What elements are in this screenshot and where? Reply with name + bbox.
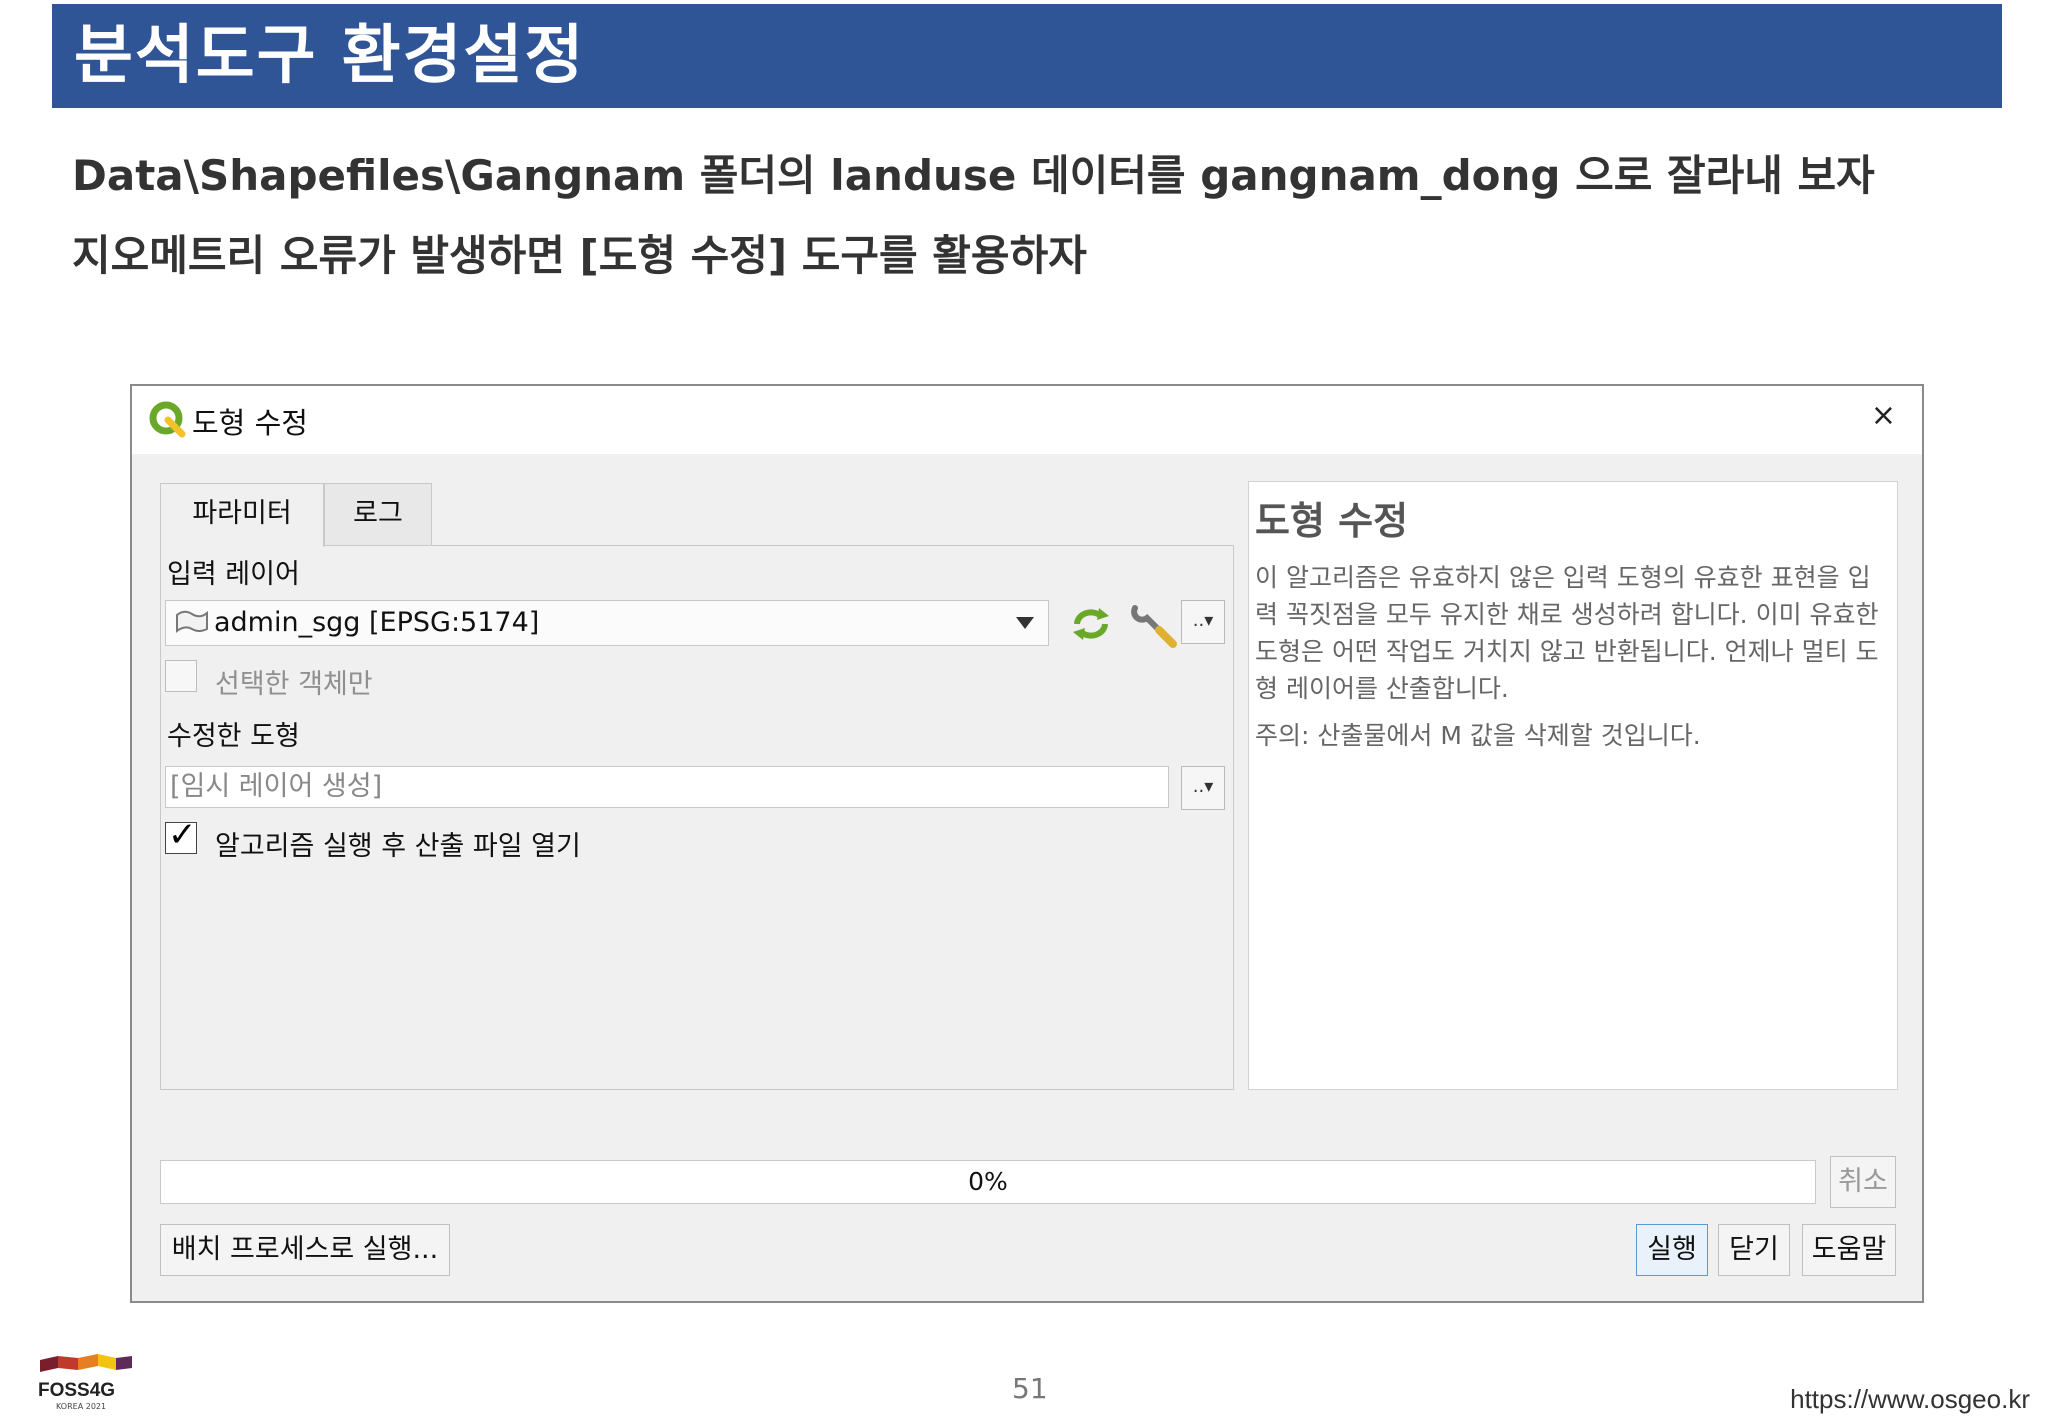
help-button[interactable]: 도움말: [1802, 1224, 1896, 1276]
fix-geometries-dialog: 도형 수정 × 파라미터 로그 입력 레이어 admin_sgg [EPSG:5…: [130, 384, 1924, 1303]
iterate-icon[interactable]: [1069, 604, 1113, 644]
progress-bar: 0%: [160, 1160, 1816, 1204]
dialog-title: 도형 수정: [192, 406, 308, 440]
parameters-panel: 입력 레이어 admin_sgg [EPSG:5174] ..▾ 선택한 객체만…: [160, 545, 1234, 1090]
polygon-layer-icon: [176, 610, 208, 633]
selected-only-checkbox[interactable]: [165, 660, 197, 692]
close-icon[interactable]: ×: [1871, 398, 1896, 433]
help-title: 도형 수정: [1255, 499, 1409, 543]
input-layer-combo[interactable]: admin_sgg [EPSG:5174]: [165, 600, 1049, 646]
batch-process-button[interactable]: 배치 프로세스로 실행...: [160, 1224, 450, 1276]
selected-only-label: 선택한 객체만: [215, 669, 373, 700]
slide-instruction-1: Data\Shapefiles\Gangnam 폴더의 landuse 데이터를…: [72, 151, 1875, 200]
foss4g-logo-subtext: KOREA 2021: [56, 1402, 107, 1411]
run-button[interactable]: 실행: [1636, 1224, 1708, 1276]
tab-parameters[interactable]: 파라미터: [160, 483, 324, 547]
chevron-down-icon: [1016, 617, 1034, 629]
help-text: 이 알고리즘은 유효하지 않은 입력 도형의 유효한 표현을 입력 꼭짓점을 모…: [1255, 563, 1879, 703]
output-field[interactable]: [임시 레이어 생성]: [165, 766, 1169, 808]
help-panel: 도형 수정 이 알고리즘은 유효하지 않은 입력 도형의 유효한 표현을 입력 …: [1248, 481, 1898, 1090]
cancel-button[interactable]: 취소: [1830, 1156, 1896, 1208]
input-layer-label: 입력 레이어: [167, 559, 300, 590]
dialog-titlebar: 도형 수정 ×: [132, 386, 1922, 454]
tab-log[interactable]: 로그: [324, 483, 432, 546]
help-note: 주의: 산출물에서 M 값을 삭제할 것입니다.: [1255, 721, 1701, 750]
foss4g-logo: FOSS4G KOREA 2021: [38, 1352, 134, 1412]
foss4g-flag-icon: [40, 1354, 132, 1372]
foss4g-logo-text: FOSS4G: [38, 1380, 116, 1401]
slide-instruction-2: 지오메트리 오류가 발생하면 [도형 수정] 도구를 활용하자: [72, 231, 1087, 280]
open-after-checkbox[interactable]: ✓: [165, 815, 197, 855]
open-after-label: 알고리즘 실행 후 산출 파일 열기: [215, 831, 581, 862]
page-number: 51: [1012, 1372, 1048, 1405]
output-label: 수정한 도형: [167, 721, 300, 752]
wrench-icon[interactable]: [1129, 600, 1181, 648]
output-options-button[interactable]: ..▾: [1181, 766, 1225, 810]
close-button[interactable]: 닫기: [1718, 1224, 1790, 1276]
checkmark-icon: ✓: [168, 815, 197, 855]
input-layer-options-button[interactable]: ..▾: [1181, 600, 1225, 644]
qgis-logo-icon: [149, 401, 186, 438]
footer-url[interactable]: https://www.osgeo.kr: [1790, 1384, 2030, 1415]
input-layer-value: admin_sgg [EPSG:5174]: [214, 607, 540, 638]
slide-title: 분석도구 환경설정: [52, 4, 2002, 108]
